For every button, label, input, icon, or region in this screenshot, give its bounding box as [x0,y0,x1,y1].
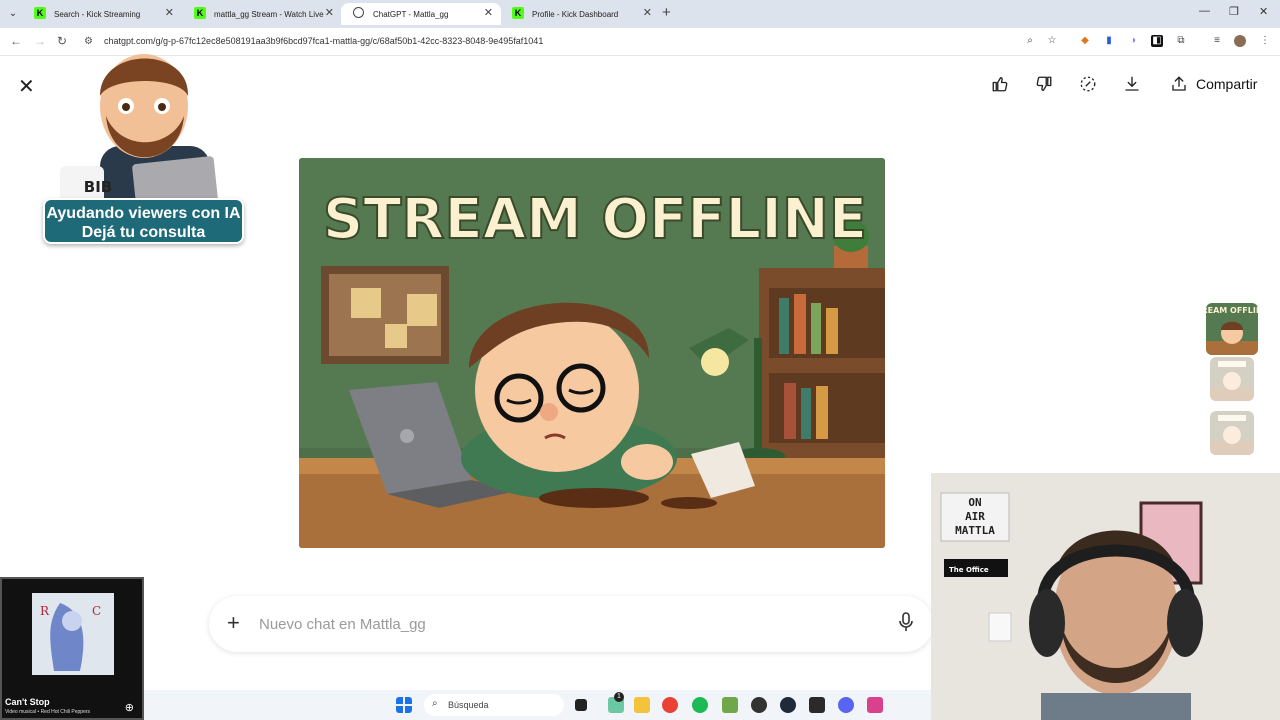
snipping-tool-icon[interactable] [867,697,883,713]
chrome-icon[interactable] [662,697,678,713]
taskbar-search-placeholder: Búsqueda [448,700,489,710]
thumbs-up-icon[interactable] [991,75,1009,93]
kick-favicon-icon: K [512,7,524,19]
bookmark-star-icon[interactable]: ☆ [1046,35,1058,47]
thumbnail-image: REAM OFFLIN [1206,303,1258,355]
kick-favicon-icon: K [194,7,206,19]
thumbnail-image [1210,411,1254,455]
obs-icon[interactable] [751,697,767,713]
microphone-icon[interactable] [899,612,913,632]
reading-list-icon[interactable]: ≡ [1211,35,1223,47]
restore-icon[interactable]: ❐ [1229,5,1239,18]
file-explorer-icon[interactable] [634,697,650,713]
thumbs-down-icon[interactable] [1035,75,1053,93]
add-circle-icon[interactable]: ⊕ [125,701,134,714]
office-sticker: The Office [949,566,989,574]
thumbnail-variant-2[interactable] [1210,357,1254,401]
banner-line-2: Dejá tu consulta [81,224,206,241]
cartoon-avatar: BIB [60,54,218,210]
thumbnail-image [1210,357,1254,401]
help-banner: Ayudando viewers con IA Dejá tu consulta [43,198,244,244]
share-label: Compartir [1196,76,1258,92]
close-icon[interactable]: ✕ [484,6,493,19]
now-playing-widget: R C Can't Stop Video musical • Red Hot C… [0,577,144,720]
edit-select-icon[interactable] [1079,75,1097,93]
svg-text:C: C [92,604,101,618]
shield-extension-icon[interactable]: ▮ [1103,35,1115,47]
close-icon[interactable]: ✕ [325,6,334,19]
back-arrow-icon[interactable]: ← [10,34,22,48]
sign-line-2: AIR [965,510,985,523]
close-icon[interactable]: ✕ [643,6,652,19]
tab-strip: ⌄ K Search - Kick Streaming ✕ K mattla_g… [0,0,1280,28]
tab-title: Profile - Kick Dashboard [532,9,619,19]
image-thumbnails: REAM OFFLIN [1206,303,1260,465]
search-icon: ⌕ [432,698,438,709]
song-title: Can't Stop [5,697,50,707]
webcam-feed: ON AIR MATTLA The Office [931,473,1280,720]
chat-composer: + [209,596,933,652]
tab-title: ChatGPT - Mattla_gg [373,9,449,19]
banner-line-1: Ayudando viewers con IA [46,205,241,222]
tab-kick-stream[interactable]: K mattla_gg Stream - Watch Live ✕ [182,3,342,25]
discord-icon[interactable] [838,697,854,713]
album-cover-image: R C [32,593,114,675]
image-headline: STREAM OFFLINE [323,187,867,252]
thumbnail-active[interactable]: REAM OFFLIN [1206,303,1258,355]
thumbnail-caption: REAM OFFLIN [1206,306,1258,315]
zoom-icon[interactable]: ⌕ [1024,35,1036,47]
song-subtitle: Video musical • Red Hot Chili Peppers [5,709,91,715]
arrow-app-icon[interactable] [780,697,796,713]
close-icon[interactable]: ✕ [165,6,174,19]
new-tab-plus-icon[interactable]: + [662,4,671,21]
taskbar-search[interactable]: ⌕ Búsqueda [424,694,564,716]
streamer-avatar-overlay: BIB Ayudando viewers con IA Dejá tu cons… [40,36,248,248]
thumbnail-variant-3[interactable] [1210,411,1254,455]
tab-title: mattla_gg Stream - Watch Live [214,9,324,19]
kick-favicon-icon: K [34,7,46,19]
notification-badge: 1 [614,692,624,702]
window-close-icon[interactable]: ✕ [1259,5,1268,18]
metamask-extension-icon[interactable]: ◆ [1079,35,1091,47]
windows-start-icon[interactable] [396,697,412,713]
ai-extension-icon[interactable]: ◑ [1127,35,1139,47]
epic-games-icon[interactable] [809,697,825,713]
close-viewer-icon[interactable]: ✕ [18,74,35,99]
chatgpt-favicon-icon [353,7,364,18]
minimize-icon[interactable]: — [1199,5,1210,17]
svg-text:R: R [40,604,50,618]
minecraft-icon[interactable] [722,697,738,713]
sign-line-1: ON [968,496,981,509]
dark-extension-icon[interactable]: ◧ [1151,35,1163,47]
tab-kick-dashboard[interactable]: K Profile - Kick Dashboard ✕ [500,3,660,25]
generated-image[interactable]: STREAM OFFLINE [299,158,885,548]
extensions-puzzle-icon[interactable]: ⧉ [1175,35,1187,47]
profile-avatar-icon[interactable] [1234,35,1246,47]
download-icon[interactable] [1123,75,1141,93]
task-view-icon[interactable] [575,699,587,711]
album-art: R C [32,593,114,675]
spotify-icon[interactable] [692,697,708,713]
tab-kick-search[interactable]: K Search - Kick Streaming ✕ [22,3,182,25]
tab-title: Search - Kick Streaming [54,9,141,19]
share-upload-icon [1172,76,1186,91]
new-chat-input[interactable] [259,612,859,636]
sign-line-3: MATTLA [955,524,995,537]
add-attachment-plus-icon[interactable]: + [227,610,240,636]
webcam-image: ON AIR MATTLA The Office [931,473,1280,720]
tab-chatgpt[interactable]: ChatGPT - Mattla_gg ✕ [341,3,501,25]
share-button[interactable]: Compartir [1170,75,1257,93]
stream-offline-illustration: STREAM OFFLINE [299,158,885,548]
tab-search-chevron-icon[interactable]: ⌄ [4,5,22,23]
mug-text: BIB [84,178,112,196]
windows-taskbar: ⌕ Búsqueda 1 [144,690,931,720]
menu-kebab-icon[interactable]: ⋮ [1259,35,1271,47]
